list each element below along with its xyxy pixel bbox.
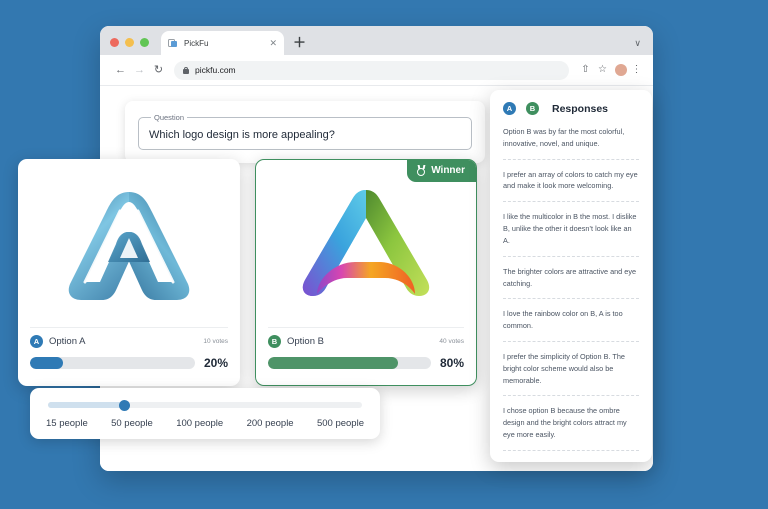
- browser-tab-strip: PickFu ✕ ＋ ∨: [100, 26, 653, 55]
- option-a-card[interactable]: A Option A 10 votes 20%: [18, 159, 240, 386]
- window-traffic-lights: [110, 38, 149, 55]
- option-b-meta: B Option B 40 votes: [268, 327, 464, 356]
- option-a-footer: A Option A 10 votes 20%: [18, 327, 240, 381]
- slider-label-50[interactable]: 50 people: [111, 418, 153, 429]
- option-a-percent: 20%: [204, 356, 228, 370]
- slider-label-500[interactable]: 500 people: [317, 418, 364, 429]
- close-window-button[interactable]: [110, 38, 119, 47]
- winner-badge: Winner: [407, 160, 476, 182]
- browser-menu-icon[interactable]: ⋮: [631, 65, 642, 75]
- responses-panel: A B Responses Option B was by far the mo…: [490, 90, 652, 462]
- question-card: Question Which logo design is more appea…: [125, 101, 485, 163]
- maximize-window-button[interactable]: [140, 38, 149, 47]
- responses-header: A B Responses: [503, 102, 639, 115]
- audience-size-slider-card: 15 people 50 people 100 people 200 peopl…: [30, 388, 380, 439]
- logo-design-a-blue-ribbon-letter-a: [18, 159, 240, 327]
- question-input-value[interactable]: Which logo design is more appealing?: [149, 129, 461, 141]
- option-a-meta: A Option A 10 votes: [30, 327, 228, 356]
- response-item: I love the rainbow color on B, A is too …: [503, 308, 639, 342]
- new-tab-button[interactable]: ＋: [293, 36, 306, 49]
- chevron-down-icon[interactable]: ∨: [634, 39, 641, 48]
- address-bar-url: pickfu.com: [195, 65, 236, 75]
- option-b-percent: 80%: [440, 356, 464, 370]
- question-field-legend: Question: [151, 113, 187, 122]
- back-button[interactable]: ←: [111, 65, 130, 76]
- bookmark-star-icon[interactable]: ☆: [594, 65, 611, 75]
- lock-icon: [183, 67, 189, 74]
- minimize-window-button[interactable]: [125, 38, 134, 47]
- close-icon[interactable]: ✕: [269, 39, 277, 48]
- responses-badge-a[interactable]: A: [503, 102, 516, 115]
- browser-tab-pickfu[interactable]: PickFu ✕: [161, 31, 284, 55]
- option-b-label: Option B: [287, 336, 439, 347]
- responses-list: Option B was by far the most colorful, i…: [503, 126, 639, 462]
- slider-thumb[interactable]: [119, 400, 130, 411]
- slider-label-100[interactable]: 100 people: [176, 418, 223, 429]
- option-a-progress-fill: [30, 357, 63, 369]
- slider-label-200[interactable]: 200 people: [247, 418, 294, 429]
- medal-icon: [416, 165, 426, 176]
- audience-size-slider[interactable]: [48, 401, 362, 409]
- response-item: The brighter colors are attractive and e…: [503, 266, 639, 300]
- option-b-votes: 40 votes: [439, 338, 464, 345]
- option-b-progress-track: [268, 357, 431, 369]
- option-a-badge: A: [30, 335, 43, 348]
- response-item: Option B was by far the most colorful, i…: [503, 126, 639, 160]
- option-b-progress-row: 80%: [268, 356, 464, 381]
- browser-tab-title: PickFu: [184, 39, 263, 48]
- slider-fill: [48, 402, 125, 408]
- option-b-badge: B: [268, 335, 281, 348]
- response-item: I prefer the simplicity of Option B. The…: [503, 351, 639, 396]
- responses-badge-b[interactable]: B: [526, 102, 539, 115]
- response-item: I chose option B because the ombre desig…: [503, 405, 639, 450]
- response-item: I like the multicolor in B the most. I d…: [503, 211, 639, 256]
- share-icon[interactable]: ⇧: [577, 65, 594, 75]
- address-bar[interactable]: pickfu.com: [174, 61, 569, 80]
- question-field[interactable]: Question Which logo design is more appea…: [138, 113, 472, 150]
- option-a-progress-row: 20%: [30, 356, 228, 381]
- option-a-progress-track: [30, 357, 195, 369]
- logo-design-b-rainbow-ribbon-letter-a: [256, 160, 476, 327]
- response-item: I prefer an array of colors to catch my …: [503, 169, 639, 203]
- option-a-label: Option A: [49, 336, 203, 347]
- reload-button[interactable]: ↻: [149, 65, 168, 76]
- pickfu-favicon: [168, 38, 178, 48]
- option-a-votes: 10 votes: [203, 338, 228, 345]
- responses-title: Responses: [552, 103, 608, 115]
- slider-tick-labels: 15 people 50 people 100 people 200 peopl…: [45, 418, 365, 429]
- option-b-footer: B Option B 40 votes 80%: [256, 327, 476, 381]
- forward-button[interactable]: →: [130, 65, 149, 76]
- option-b-card[interactable]: Winner: [255, 159, 477, 386]
- winner-badge-label: Winner: [431, 165, 465, 176]
- browser-toolbar: ← → ↻ pickfu.com ⇧ ☆ ⋮: [100, 55, 653, 86]
- option-b-progress-fill: [268, 357, 398, 369]
- avatar[interactable]: [615, 64, 627, 76]
- slider-label-15[interactable]: 15 people: [46, 418, 88, 429]
- response-item: I prefer B because the colors are nicer.: [503, 460, 639, 462]
